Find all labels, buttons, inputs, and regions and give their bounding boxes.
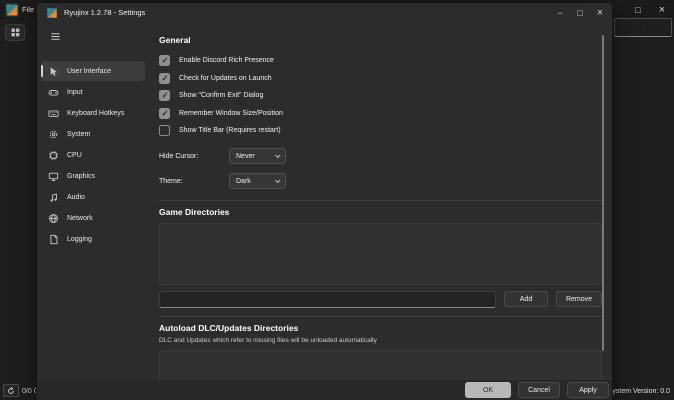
gamepad-icon <box>48 87 59 98</box>
sidebar-item-label: System <box>67 131 90 138</box>
main-maximize-button[interactable]: □ <box>626 0 650 20</box>
sidebar-item-keyboard-hotkeys[interactable]: Keyboard Hotkeys <box>41 103 145 123</box>
keyboard-icon <box>48 108 59 119</box>
dialog-maximize-button[interactable]: □ <box>570 3 590 23</box>
sidebar-item-network[interactable]: Network <box>41 208 145 228</box>
autoload-subtitle: DLC and Updates which refer to missing f… <box>159 337 602 344</box>
sidebar-item-label: User Interface <box>67 68 111 75</box>
sidebar-collapse-button[interactable] <box>43 27 67 45</box>
checkbox-label: Enable Discord Rich Presence <box>179 57 274 64</box>
sidebar-item-label: Logging <box>67 236 92 243</box>
music-note-icon <box>48 192 59 203</box>
checkbox-label: Check for Updates on Launch <box>179 75 272 82</box>
sidebar-item-system[interactable]: System <box>41 124 145 144</box>
sidebar-item-graphics[interactable]: Graphics <box>41 166 145 186</box>
general-heading: General <box>159 35 602 45</box>
main-close-button[interactable]: × <box>650 0 674 20</box>
gear-icon <box>48 129 59 140</box>
document-icon <box>48 234 59 245</box>
grid-view-button[interactable] <box>5 24 25 41</box>
autoload-heading: Autoload DLC/Updates Directories <box>159 323 602 333</box>
checkbox-row-window-size[interactable]: Remember Window Size/Position <box>159 105 602 123</box>
hide-cursor-dropdown[interactable]: Never <box>229 148 286 164</box>
checkbox-title-bar[interactable] <box>159 125 170 136</box>
hamburger-menu-icon <box>49 31 62 42</box>
autoload-directories-list[interactable] <box>159 350 602 383</box>
chip-icon <box>48 150 59 161</box>
settings-dialog: Ryujinx 1.2.78 - Settings − □ × User Int… <box>36 2 613 400</box>
sidebar-item-logging[interactable]: Logging <box>41 229 145 249</box>
sidebar-item-label: Audio <box>67 194 85 201</box>
game-search-input[interactable] <box>614 18 672 37</box>
sidebar-item-label: Network <box>67 215 93 222</box>
vertical-scrollbar[interactable] <box>602 35 604 351</box>
monitor-icon <box>48 171 59 182</box>
checkbox-row-confirm-exit[interactable]: Show "Confirm Exit" Dialog <box>159 87 602 105</box>
globe-icon <box>48 213 59 224</box>
checkbox-window-size[interactable] <box>159 108 170 119</box>
sidebar-item-label: CPU <box>67 152 82 159</box>
checkbox-row-title-bar[interactable]: Show Title Bar (Requires restart) <box>159 122 602 140</box>
theme-value: Dark <box>236 178 251 185</box>
grid-icon <box>11 28 20 37</box>
hide-cursor-label: Hide Cursor: <box>159 153 229 160</box>
checkbox-updates[interactable] <box>159 73 170 84</box>
settings-content: General Enable Discord Rich Presence Che… <box>149 23 612 400</box>
checkbox-confirm-exit[interactable] <box>159 90 170 101</box>
sidebar-item-cpu[interactable]: CPU <box>41 145 145 165</box>
game-directories-heading: Game Directories <box>159 207 602 217</box>
checkbox-label: Show Title Bar (Requires restart) <box>179 127 281 134</box>
dialog-footer: OK Cancel Apply <box>37 380 612 400</box>
checkbox-row-updates[interactable]: Check for Updates on Launch <box>159 70 602 88</box>
ok-button[interactable]: OK <box>465 382 511 398</box>
chevron-down-icon <box>275 177 281 183</box>
hide-cursor-value: Never <box>236 153 255 160</box>
dialog-minimize-button[interactable]: − <box>550 3 570 23</box>
system-version-status: System Version: 0.0 <box>608 388 670 395</box>
sidebar-item-label: Input <box>67 89 83 96</box>
ryujinx-logo-icon <box>5 3 19 17</box>
apply-button[interactable]: Apply <box>567 382 609 398</box>
section-divider <box>159 316 602 317</box>
cancel-button[interactable]: Cancel <box>518 382 560 398</box>
settings-sidebar: User Interface Input Keyboard Hotkeys <box>37 23 149 400</box>
refresh-icon <box>7 387 15 395</box>
refresh-button[interactable] <box>3 384 19 397</box>
ryujinx-logo-icon <box>46 7 58 19</box>
game-directories-list[interactable] <box>159 223 602 285</box>
cursor-icon <box>48 66 59 77</box>
add-directory-button[interactable]: Add <box>504 291 548 307</box>
sidebar-item-label: Keyboard Hotkeys <box>67 110 124 117</box>
checkbox-label: Show "Confirm Exit" Dialog <box>179 92 263 99</box>
sidebar-item-label: Graphics <box>67 173 95 180</box>
dialog-title: Ryujinx 1.2.78 - Settings <box>64 8 145 17</box>
dialog-titlebar: Ryujinx 1.2.78 - Settings − □ × <box>37 3 612 23</box>
sidebar-item-audio[interactable]: Audio <box>41 187 145 207</box>
menu-file[interactable]: File <box>22 5 34 14</box>
section-divider <box>159 200 602 201</box>
checkbox-label: Remember Window Size/Position <box>179 110 283 117</box>
chevron-down-icon <box>275 152 281 158</box>
sidebar-item-user-interface[interactable]: User Interface <box>41 61 145 81</box>
checkbox-row-discord[interactable]: Enable Discord Rich Presence <box>159 52 602 70</box>
theme-label: Theme: <box>159 178 229 185</box>
remove-directory-button[interactable]: Remove <box>556 291 602 307</box>
game-directory-input[interactable] <box>159 291 496 308</box>
checkbox-discord[interactable] <box>159 55 170 66</box>
sidebar-item-input[interactable]: Input <box>41 82 145 102</box>
theme-dropdown[interactable]: Dark <box>229 173 286 189</box>
dialog-close-button[interactable]: × <box>590 3 610 23</box>
